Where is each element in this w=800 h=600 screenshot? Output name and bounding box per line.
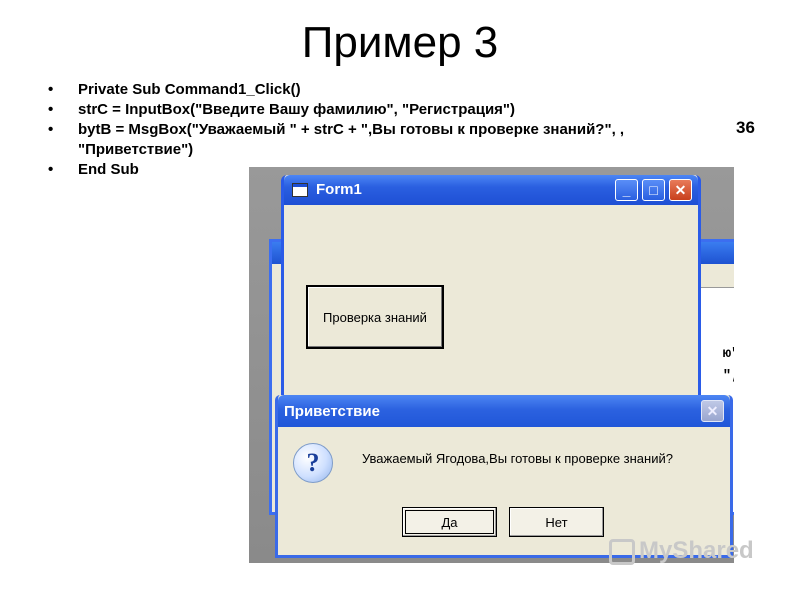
form1-body: Проверка знаний	[284, 205, 698, 405]
question-icon: ?	[293, 443, 333, 483]
watermark-logo-icon	[609, 538, 635, 565]
watermark: MyShared	[609, 537, 754, 565]
page-number: 36	[736, 118, 755, 137]
close-icon: ✕	[674, 182, 687, 198]
greeting-msgbox: Приветствие ✕ ? Уважаемый Ягодова,Вы гот…	[275, 395, 733, 558]
maximize-icon: □	[649, 182, 658, 198]
bullet-text: bytB = MsgBox("Уважаемый " + strC + ",Вы…	[78, 121, 625, 158]
bullet-dot: •	[48, 161, 54, 178]
yes-button[interactable]: Да	[402, 507, 497, 537]
code-bullet-list: • Private Sub Command1_Click() • strC = In…	[48, 80, 738, 180]
minimize-button[interactable]: _	[615, 179, 638, 201]
close-button[interactable]: ✕	[669, 179, 692, 201]
bullet-dot: •	[48, 121, 54, 138]
msgbox-titlebar[interactable]: Приветствие ✕	[278, 395, 730, 427]
bullet-item: • strC = InputBox("Введите Вашу фамилию",…	[48, 100, 738, 120]
no-button[interactable]: Нет	[509, 507, 604, 537]
bullet-text: strC = InputBox("Введите Вашу фамилию", …	[78, 101, 516, 118]
code-line: ю",	[722, 346, 734, 362]
bullet-item: • bytB = MsgBox("Уважаемый " + strC + ",В…	[48, 120, 738, 160]
bullet-dot: •	[48, 81, 54, 98]
msgbox-title: Приветствие	[284, 403, 380, 420]
minimize-icon: _	[622, 182, 631, 198]
close-icon: ✕	[706, 403, 719, 419]
bullet-dot: •	[48, 101, 54, 118]
bullet-item: • Private Sub Command1_Click()	[48, 80, 738, 100]
slide-title: Пример 3	[301, 18, 499, 67]
bullet-text: Private Sub Command1_Click()	[78, 81, 301, 98]
watermark-text: MyShared	[639, 537, 754, 564]
form1-title: Form1	[316, 181, 362, 198]
msgbox-close-button[interactable]: ✕	[701, 400, 724, 422]
code-line: ",:	[722, 368, 734, 384]
form1-titlebar[interactable]: Form1 _ □ ✕	[284, 175, 698, 205]
check-knowledge-button[interactable]: Проверка знаний	[306, 285, 444, 349]
bullet-text: End Sub	[78, 161, 139, 178]
form1-window: Form1 _ □ ✕ Проверка знаний	[281, 175, 701, 408]
vb-screenshot: k ю", ",: Form1 _ □ ✕ Проверка знаний Пр…	[249, 167, 734, 563]
maximize-button[interactable]: □	[642, 179, 665, 201]
msgbox-message: Уважаемый Ягодова,Вы готовы к проверке з…	[362, 451, 673, 466]
vb-form-icon	[292, 183, 308, 197]
